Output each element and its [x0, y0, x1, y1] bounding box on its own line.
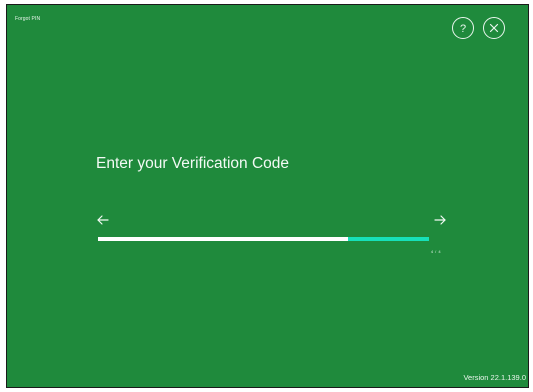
next-button[interactable]	[433, 213, 447, 225]
forgot-pin-window: Forgot PIN ? Enter your Verification Cod…	[6, 4, 529, 388]
help-button[interactable]: ?	[452, 17, 474, 39]
close-circle-icon	[489, 23, 499, 33]
step-counter: 4 / 4	[430, 249, 442, 254]
version-label: Version 22.1.139.0	[463, 373, 526, 382]
progress-active-segment	[347, 237, 429, 241]
svg-text:?: ?	[460, 23, 466, 34]
window-title: Forgot PIN	[15, 16, 41, 22]
arrow-right-icon	[434, 215, 446, 225]
close-button[interactable]	[483, 17, 505, 39]
question-circle-icon: ?	[460, 23, 466, 34]
arrow-left-icon	[97, 215, 109, 225]
page-title: Enter your Verification Code	[96, 155, 289, 172]
verification-progress-bar	[98, 237, 429, 241]
back-button[interactable]	[96, 213, 110, 225]
